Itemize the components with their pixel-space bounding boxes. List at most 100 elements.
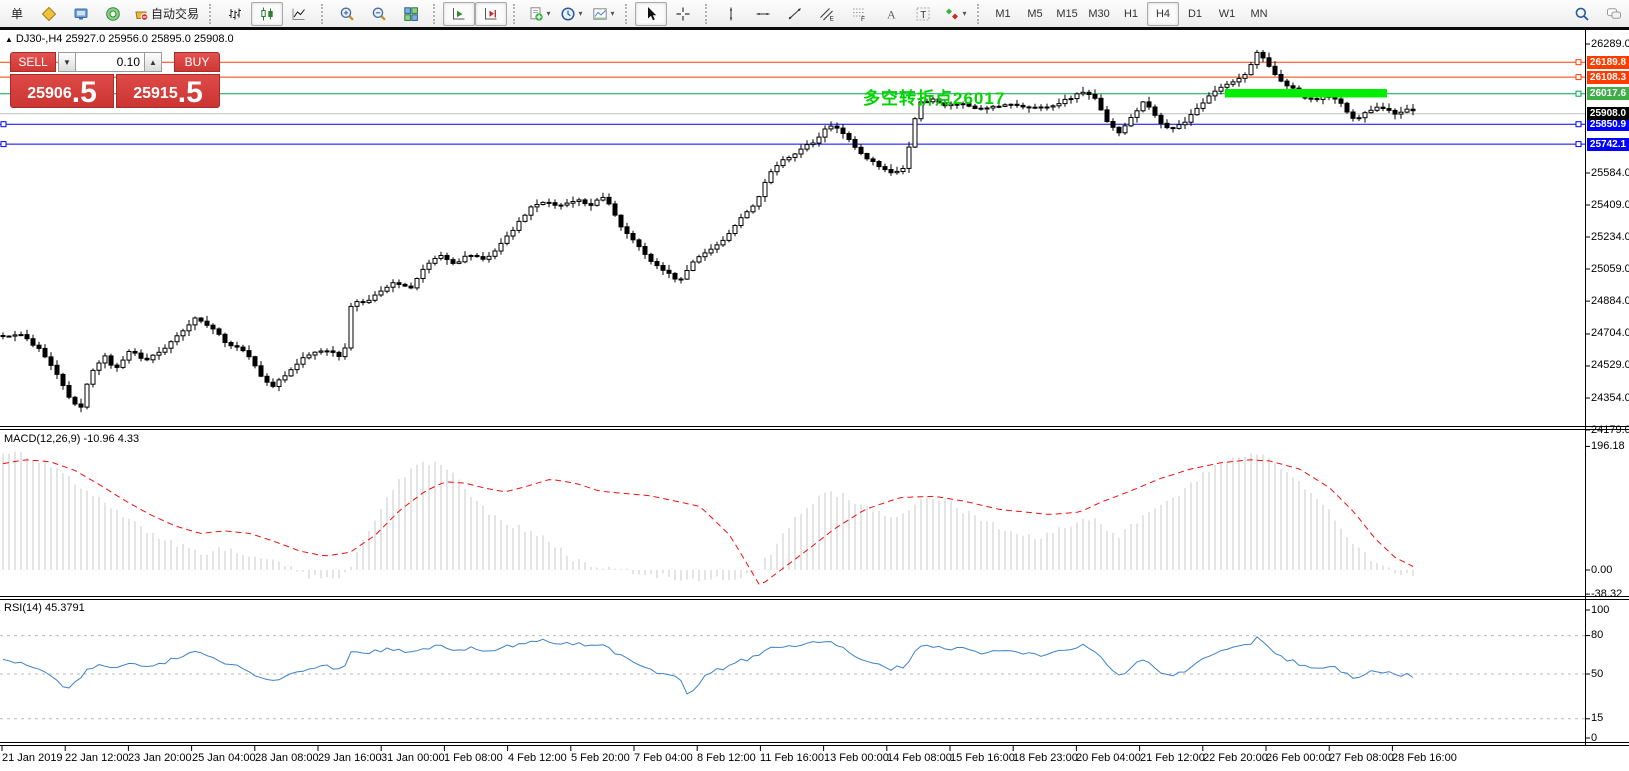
price-axis-tick: 25584.0 xyxy=(1591,167,1629,179)
svg-text:F: F xyxy=(861,16,865,22)
bar-chart-button[interactable] xyxy=(219,2,251,26)
equidistant-channel-button[interactable]: E xyxy=(811,2,843,26)
time-axis-label: 28 Jan 08:00 xyxy=(255,752,319,764)
time-axis-label: 7 Feb 04:00 xyxy=(634,752,693,764)
arrows-icon xyxy=(944,6,960,22)
new-order-button[interactable]: 单 xyxy=(1,2,33,26)
buy-button[interactable]: BUY xyxy=(174,52,220,72)
macd-axis-tick: 0.00 xyxy=(1591,564,1613,576)
tf-d1-button[interactable]: D1 xyxy=(1179,2,1211,26)
channel-icon: E xyxy=(819,6,835,22)
cursor-icon xyxy=(643,6,659,22)
tf-m30-button[interactable]: M30 xyxy=(1083,2,1115,26)
crosshair-button[interactable] xyxy=(667,2,699,26)
time-axis-label: 22 Feb 20:00 xyxy=(1203,752,1268,764)
toolbar-separator xyxy=(321,3,327,24)
toolbar-separator xyxy=(977,3,983,24)
volume-input[interactable] xyxy=(76,52,144,72)
rsi-indicator-label: RSI(14) 45.3791 xyxy=(4,602,85,614)
trend-annotation[interactable]: 多空转折点26017 xyxy=(863,84,1005,109)
price-level-badge: 25742.1 xyxy=(1587,138,1629,151)
collapse-panel-arrow[interactable]: ▲ xyxy=(5,35,13,44)
buy-price[interactable]: 25915.5 xyxy=(116,74,220,108)
price-level-badge: 26189.8 xyxy=(1587,56,1629,69)
price-level-badge: 26017.6 xyxy=(1587,87,1629,100)
tf-w1-button[interactable]: W1 xyxy=(1211,2,1243,26)
text-label-button[interactable]: T xyxy=(907,2,939,26)
tf-mn-button[interactable]: MN xyxy=(1243,2,1275,26)
chart-shift-button[interactable] xyxy=(475,1,508,26)
time-axis-label: 18 Feb 23:00 xyxy=(1013,752,1078,764)
trendline-button[interactable] xyxy=(779,2,811,26)
cursor-button[interactable] xyxy=(635,1,668,26)
tf-m15-button[interactable]: M15 xyxy=(1051,2,1083,26)
chevron-down-icon: ▾ xyxy=(578,9,583,18)
chart-canvas[interactable] xyxy=(0,0,1629,771)
toolbar: 单 自动交易 ▾ ▾ ▾ E F A T ▾ M1 M5 M15 M30 H1 H4 D1 W1 MN xyxy=(0,0,1629,27)
indicators-button[interactable]: ▾ xyxy=(523,2,555,26)
rsi-axis-tick: 100 xyxy=(1591,604,1610,616)
terminal-button[interactable] xyxy=(97,2,129,26)
zoom-in-button[interactable] xyxy=(331,2,363,26)
auto-scroll-button[interactable] xyxy=(443,1,476,26)
price-axis-tick: 24354.0 xyxy=(1591,392,1629,404)
search-button[interactable] xyxy=(1566,2,1598,26)
volume-increase-button[interactable]: ▲ xyxy=(144,52,162,72)
toolbar-divider xyxy=(0,27,1629,30)
chat-icon xyxy=(1606,6,1622,22)
candlestick-chart-button[interactable] xyxy=(251,1,284,26)
tf-m1-button[interactable]: M1 xyxy=(987,2,1019,26)
time-axis-label: 4 Feb 12:00 xyxy=(508,752,567,764)
sell-button[interactable]: SELL xyxy=(10,52,56,72)
text-button[interactable]: A xyxy=(875,2,907,26)
price-axis-tick: 26289.0 xyxy=(1591,38,1629,50)
fibo-icon: F xyxy=(851,6,867,22)
time-axis-label: 21 Jan 2019 xyxy=(2,752,63,764)
tile-icon xyxy=(403,6,419,22)
time-axis-label: 25 Jan 04:00 xyxy=(192,752,256,764)
arrows-button[interactable]: ▾ xyxy=(939,2,971,26)
price-axis-tick: 24179.0 xyxy=(1591,424,1629,436)
sell-price[interactable]: 25906.5 xyxy=(10,74,114,108)
autotrading-icon xyxy=(133,6,149,22)
one-click-trading-panel: SELL ▼ ▲ BUY 25906.5 25915.5 xyxy=(10,52,220,108)
zoom-in-icon xyxy=(339,6,355,22)
time-axis-label: 28 Feb 16:00 xyxy=(1392,752,1457,764)
horizontal-line-button[interactable] xyxy=(747,2,779,26)
toolbar-separator xyxy=(513,3,519,24)
periods-button[interactable]: ▾ xyxy=(555,2,587,26)
search-icon xyxy=(1574,6,1590,22)
time-axis-label: 22 Jan 12:00 xyxy=(65,752,129,764)
tile-windows-button[interactable] xyxy=(395,2,427,26)
price-axis-tick: 24704.0 xyxy=(1591,327,1629,339)
navigator-button[interactable] xyxy=(65,2,97,26)
fibonacci-button[interactable]: F xyxy=(843,2,875,26)
templates-button[interactable]: ▾ xyxy=(587,2,619,26)
vline-icon xyxy=(723,6,739,22)
time-axis-label: 14 Feb 08:00 xyxy=(887,752,952,764)
zoom-out-icon xyxy=(371,6,387,22)
price-level-badge: 26108.3 xyxy=(1587,71,1629,84)
time-axis-label: 11 Feb 16:00 xyxy=(760,752,825,764)
current-price-badge: 25908.0 xyxy=(1587,107,1629,120)
tf-m5-button[interactable]: M5 xyxy=(1019,2,1051,26)
buy-price-frac: .5 xyxy=(177,76,203,109)
svg-text:A: A xyxy=(887,7,896,21)
line-chart-button[interactable] xyxy=(283,2,315,26)
zoom-out-button[interactable] xyxy=(363,2,395,26)
terminal-icon xyxy=(105,6,121,22)
volume-decrease-button[interactable]: ▼ xyxy=(58,52,76,72)
rsi-axis-tick: 50 xyxy=(1591,668,1604,680)
bars-icon xyxy=(227,6,243,22)
chevron-down-icon: ▾ xyxy=(962,9,967,18)
rsi-axis-tick: 80 xyxy=(1591,629,1604,641)
tf-h1-button[interactable]: H1 xyxy=(1115,2,1147,26)
new-order-button-label: 单 xyxy=(10,7,23,21)
market-watch-button[interactable] xyxy=(33,2,65,26)
time-axis-label: 21 Feb 12:00 xyxy=(1140,752,1205,764)
hline-icon xyxy=(755,6,771,22)
tf-h4-button[interactable]: H4 xyxy=(1147,1,1180,26)
community-button[interactable] xyxy=(1598,2,1629,26)
vertical-line-button[interactable] xyxy=(715,2,747,26)
autotrading-button[interactable]: 自动交易 xyxy=(129,2,203,26)
